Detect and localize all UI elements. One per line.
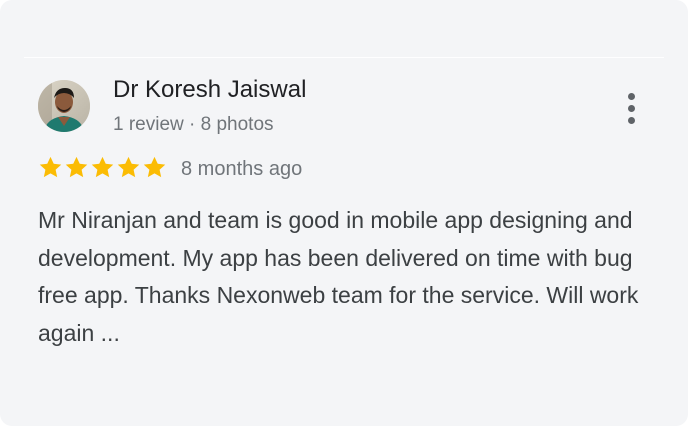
avatar-image xyxy=(38,80,90,132)
star-icon xyxy=(39,156,62,178)
review-text: Mr Niranjan and team is good in mobile a… xyxy=(38,207,639,346)
reviewer-name[interactable]: Dr Koresh Jaiswal xyxy=(113,75,306,105)
star-icon xyxy=(117,156,140,178)
review-card: Dr Koresh Jaiswal 1 review · 8 photos 8 … xyxy=(0,0,688,426)
avatar[interactable] xyxy=(38,80,90,132)
star-icon xyxy=(91,156,114,178)
more-vert-icon-dot xyxy=(627,116,635,124)
more-options-button[interactable] xyxy=(614,88,648,128)
more-vert-icon-dot xyxy=(627,104,635,112)
star-rating xyxy=(38,155,167,181)
divider xyxy=(24,57,664,58)
review-time: 8 months ago xyxy=(181,158,303,180)
star-icon xyxy=(65,156,88,178)
star-icon xyxy=(143,156,166,178)
more-vert-icon xyxy=(627,92,635,100)
reviewer-meta: 1 review · 8 photos xyxy=(113,114,274,135)
